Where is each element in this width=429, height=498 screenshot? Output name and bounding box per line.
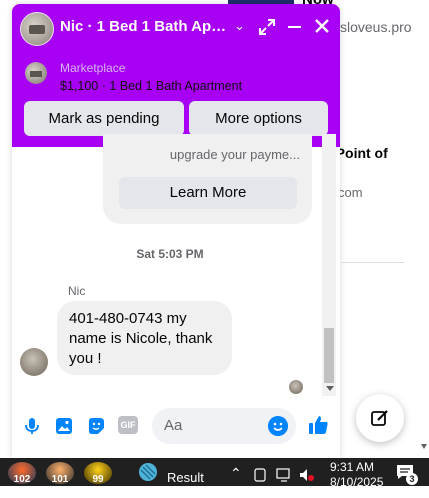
- mark-as-pending-button[interactable]: Mark as pending: [24, 101, 184, 136]
- promo-text: upgrade your payme...: [169, 147, 300, 162]
- weather-label[interactable]: Result: [167, 470, 204, 485]
- listing-thumbnail[interactable]: [25, 62, 47, 84]
- message-timestamp: Sat 5:03 PM: [136, 247, 204, 261]
- close-icon[interactable]: [312, 16, 332, 36]
- network-icon[interactable]: [276, 468, 292, 482]
- marketplace-label: Marketplace: [60, 61, 126, 75]
- clock-time[interactable]: 9:31 AM: [330, 460, 374, 474]
- taskbar-app-icon[interactable]: 101: [46, 462, 74, 485]
- photo-icon[interactable]: [54, 416, 74, 436]
- message-bubble[interactable]: 401-480-0743 my name is Nicole, thank yo…: [57, 301, 232, 375]
- contact-avatar[interactable]: [20, 12, 54, 46]
- emoji-icon[interactable]: [268, 416, 288, 436]
- chevron-down-icon[interactable]: ⌄: [234, 18, 245, 34]
- chat-scroll-down-arrow[interactable]: [326, 386, 334, 391]
- chat-title[interactable]: Nic · 1 Bed 1 Bath Apartment: [60, 18, 230, 35]
- page-scroll-down-arrow[interactable]: [421, 444, 427, 449]
- sender-name: Nic: [68, 284, 86, 298]
- chat-header: Nic · 1 Bed 1 Bath Apartment ⌄ Marketpla…: [12, 4, 340, 147]
- messenger-chat-window: Nic · 1 Bed 1 Bath Apartment ⌄ Marketpla…: [12, 4, 340, 458]
- background-domain-text: sloveus.pro: [340, 19, 412, 35]
- taskbar-app-icon[interactable]: 99: [84, 462, 112, 485]
- volume-muted-icon[interactable]: [299, 468, 315, 482]
- chevron-up-icon[interactable]: ⌃: [230, 465, 242, 482]
- weather-icon[interactable]: [138, 462, 158, 482]
- minimize-icon[interactable]: [288, 26, 301, 28]
- sender-avatar[interactable]: [20, 348, 48, 376]
- microphone-icon[interactable]: [22, 416, 42, 436]
- taskbar-app-icon[interactable]: 102: [8, 462, 36, 485]
- read-receipt-avatar: [289, 380, 303, 394]
- gif-icon[interactable]: GIF: [118, 416, 138, 434]
- listing-title[interactable]: $1,100 · 1 Bed 1 Bath Apartment: [60, 79, 242, 93]
- sticker-icon[interactable]: [86, 416, 106, 436]
- tray-app-icon[interactable]: [254, 468, 266, 482]
- expand-icon[interactable]: [257, 17, 277, 37]
- taskbar-badge: 102: [13, 474, 31, 485]
- taskbar: 102 101 99 Result ⌃ 9:31 AM 8/10/2025 3: [0, 458, 429, 489]
- notification-count-badge: 3: [406, 473, 418, 485]
- taskbar-badge: 101: [51, 474, 69, 485]
- more-options-button[interactable]: More options: [189, 101, 328, 136]
- background-divider: [342, 262, 404, 263]
- thumbs-up-icon[interactable]: [307, 414, 329, 436]
- new-message-button[interactable]: [356, 394, 404, 442]
- background-domain-text-2: com: [338, 185, 363, 200]
- taskbar-badge: 99: [92, 474, 104, 485]
- clock-date[interactable]: 8/10/2025: [330, 475, 383, 489]
- message-composer: GIF Aa: [12, 402, 340, 458]
- learn-more-button[interactable]: Learn More: [119, 177, 297, 209]
- compose-icon: [371, 410, 388, 426]
- chat-scrollbar-thumb[interactable]: [324, 328, 334, 383]
